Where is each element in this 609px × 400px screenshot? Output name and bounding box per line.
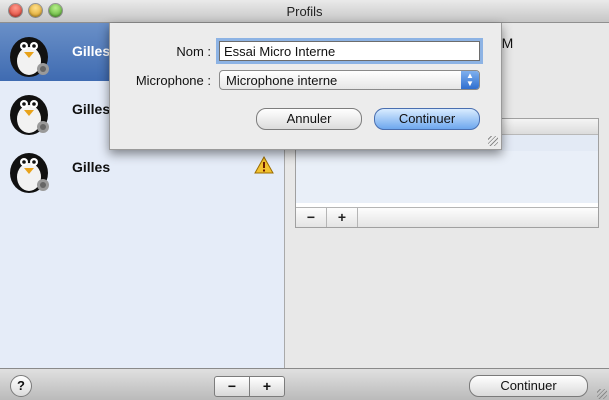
continue-button[interactable]: Continuer bbox=[469, 375, 588, 397]
sheet-resize-grip-icon[interactable] bbox=[488, 136, 498, 146]
microphone-select[interactable]: Microphone interne ▲ ▼ bbox=[219, 70, 480, 90]
microphone-label: Microphone : bbox=[135, 73, 211, 88]
penguin-avatar-icon bbox=[10, 153, 49, 193]
name-label: Nom : bbox=[176, 44, 211, 59]
penguin-avatar-icon bbox=[10, 95, 49, 135]
warning-icon bbox=[254, 156, 274, 174]
profiles-window: Profils Gilles Gilles Gilles M − + ? − +… bbox=[0, 0, 609, 400]
dialog-continue-button[interactable]: Continuer bbox=[374, 108, 480, 130]
window-title: Profils bbox=[286, 4, 323, 19]
sources-toolbar: − + bbox=[296, 207, 598, 227]
cancel-button[interactable]: Annuler bbox=[256, 108, 362, 130]
profile-name: Gilles bbox=[72, 43, 111, 59]
profile-name: Gilles bbox=[72, 159, 111, 175]
microphone-value: Microphone interne bbox=[226, 73, 338, 88]
remove-profile-button[interactable]: − bbox=[214, 376, 250, 397]
add-profile-button[interactable]: + bbox=[249, 376, 285, 397]
resize-grip-icon[interactable] bbox=[597, 389, 607, 399]
penguin-avatar-icon bbox=[10, 37, 49, 77]
title-bar: Profils bbox=[0, 0, 609, 23]
help-button[interactable]: ? bbox=[10, 375, 32, 397]
name-field[interactable]: Essai Micro Interne bbox=[219, 41, 480, 61]
new-profile-sheet: Nom : Essai Micro Interne Microphone : M… bbox=[109, 23, 502, 150]
bottom-bar: ? − + Continuer bbox=[0, 368, 609, 400]
remove-source-button[interactable]: − bbox=[296, 208, 327, 227]
profile-name: Gilles bbox=[72, 101, 111, 117]
add-source-button[interactable]: + bbox=[327, 208, 358, 227]
popup-arrows-icon: ▲ ▼ bbox=[461, 71, 479, 89]
